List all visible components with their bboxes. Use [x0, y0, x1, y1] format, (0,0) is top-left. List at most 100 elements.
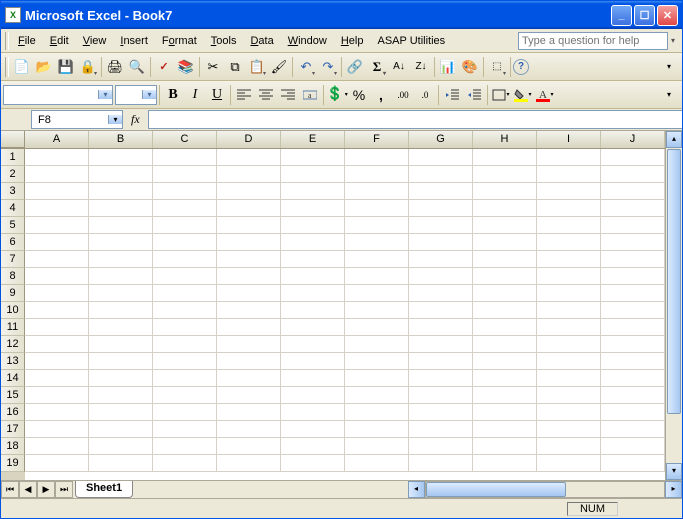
- cell[interactable]: [409, 421, 473, 438]
- cell[interactable]: [153, 217, 217, 234]
- cell[interactable]: [153, 455, 217, 472]
- cut-icon[interactable]: ✂: [202, 56, 224, 78]
- select-all-corner[interactable]: [1, 131, 25, 148]
- cell[interactable]: [89, 319, 153, 336]
- cell[interactable]: [89, 438, 153, 455]
- cell[interactable]: [89, 268, 153, 285]
- cell[interactable]: [217, 166, 281, 183]
- font-size-combo[interactable]: ▾: [115, 85, 157, 105]
- row-header[interactable]: 2: [1, 166, 25, 183]
- row-header[interactable]: 12: [1, 336, 25, 353]
- align-center-icon[interactable]: [255, 84, 277, 106]
- cell[interactable]: [473, 370, 537, 387]
- cell[interactable]: [537, 285, 601, 302]
- cell[interactable]: [473, 217, 537, 234]
- vscroll-thumb[interactable]: [667, 149, 681, 414]
- cell[interactable]: [409, 404, 473, 421]
- column-header[interactable]: C: [153, 131, 217, 148]
- cell[interactable]: [473, 166, 537, 183]
- cell[interactable]: [473, 234, 537, 251]
- increase-decimal-icon[interactable]: .00: [392, 84, 414, 106]
- cell[interactable]: [537, 455, 601, 472]
- menu-data[interactable]: Data: [243, 32, 280, 50]
- cell[interactable]: [25, 166, 89, 183]
- cell[interactable]: [25, 149, 89, 166]
- cell[interactable]: [473, 336, 537, 353]
- cell[interactable]: [345, 200, 409, 217]
- name-box[interactable]: F8 ▾: [31, 110, 123, 129]
- cell[interactable]: [281, 438, 345, 455]
- chart-wizard-icon[interactable]: 📊: [437, 56, 459, 78]
- cell[interactable]: [281, 166, 345, 183]
- cell[interactable]: [25, 285, 89, 302]
- hyperlink-icon[interactable]: 🔗: [344, 56, 366, 78]
- cell[interactable]: [537, 302, 601, 319]
- cell[interactable]: [153, 370, 217, 387]
- row-header[interactable]: 8: [1, 268, 25, 285]
- horizontal-scrollbar[interactable]: ◂ ▸: [408, 481, 682, 498]
- cell[interactable]: [601, 285, 665, 302]
- cell[interactable]: [601, 183, 665, 200]
- cell[interactable]: [153, 387, 217, 404]
- cell[interactable]: [537, 217, 601, 234]
- row-header[interactable]: 14: [1, 370, 25, 387]
- align-left-icon[interactable]: [233, 84, 255, 106]
- cell[interactable]: [89, 353, 153, 370]
- cell[interactable]: [153, 421, 217, 438]
- menu-format[interactable]: Format: [155, 32, 204, 50]
- column-header[interactable]: H: [473, 131, 537, 148]
- cell[interactable]: [217, 285, 281, 302]
- cell[interactable]: [473, 183, 537, 200]
- cell[interactable]: [281, 268, 345, 285]
- cell[interactable]: [217, 455, 281, 472]
- row-header[interactable]: 4: [1, 200, 25, 217]
- cell[interactable]: [345, 183, 409, 200]
- cell[interactable]: [473, 438, 537, 455]
- cell[interactable]: [25, 455, 89, 472]
- menu-file[interactable]: File: [11, 32, 43, 50]
- underline-button[interactable]: U: [206, 84, 228, 106]
- column-header[interactable]: D: [217, 131, 281, 148]
- column-header[interactable]: B: [89, 131, 153, 148]
- cell[interactable]: [153, 302, 217, 319]
- cell[interactable]: [345, 421, 409, 438]
- cell[interactable]: [473, 421, 537, 438]
- cells-area[interactable]: [25, 149, 665, 480]
- cell[interactable]: [537, 200, 601, 217]
- currency-icon[interactable]: 💲▾: [326, 84, 348, 106]
- cell[interactable]: [153, 183, 217, 200]
- cell[interactable]: [89, 217, 153, 234]
- cell[interactable]: [25, 438, 89, 455]
- column-header[interactable]: I: [537, 131, 601, 148]
- row-header[interactable]: 13: [1, 353, 25, 370]
- tab-prev-button[interactable]: ◀: [19, 481, 37, 498]
- cell[interactable]: [217, 370, 281, 387]
- cell[interactable]: [217, 353, 281, 370]
- menubar-grip[interactable]: [5, 32, 9, 50]
- cell[interactable]: [217, 404, 281, 421]
- cell[interactable]: [217, 200, 281, 217]
- cell[interactable]: [25, 370, 89, 387]
- fx-icon[interactable]: fx: [131, 112, 140, 127]
- cell[interactable]: [153, 268, 217, 285]
- cell[interactable]: [281, 455, 345, 472]
- cell[interactable]: [345, 438, 409, 455]
- fill-color-icon[interactable]: ▾: [512, 84, 534, 106]
- row-header[interactable]: 1: [1, 149, 25, 166]
- cell[interactable]: [217, 421, 281, 438]
- cell[interactable]: [89, 404, 153, 421]
- row-header[interactable]: 17: [1, 421, 25, 438]
- name-box-value[interactable]: F8: [32, 114, 108, 126]
- cell[interactable]: [409, 268, 473, 285]
- cell[interactable]: [345, 285, 409, 302]
- cell[interactable]: [345, 302, 409, 319]
- cell[interactable]: [25, 268, 89, 285]
- cell[interactable]: [281, 285, 345, 302]
- cell[interactable]: [537, 268, 601, 285]
- cell[interactable]: [473, 353, 537, 370]
- menu-insert[interactable]: Insert: [113, 32, 155, 50]
- cell[interactable]: [345, 319, 409, 336]
- cell[interactable]: [345, 353, 409, 370]
- cell[interactable]: [25, 183, 89, 200]
- cell[interactable]: [217, 268, 281, 285]
